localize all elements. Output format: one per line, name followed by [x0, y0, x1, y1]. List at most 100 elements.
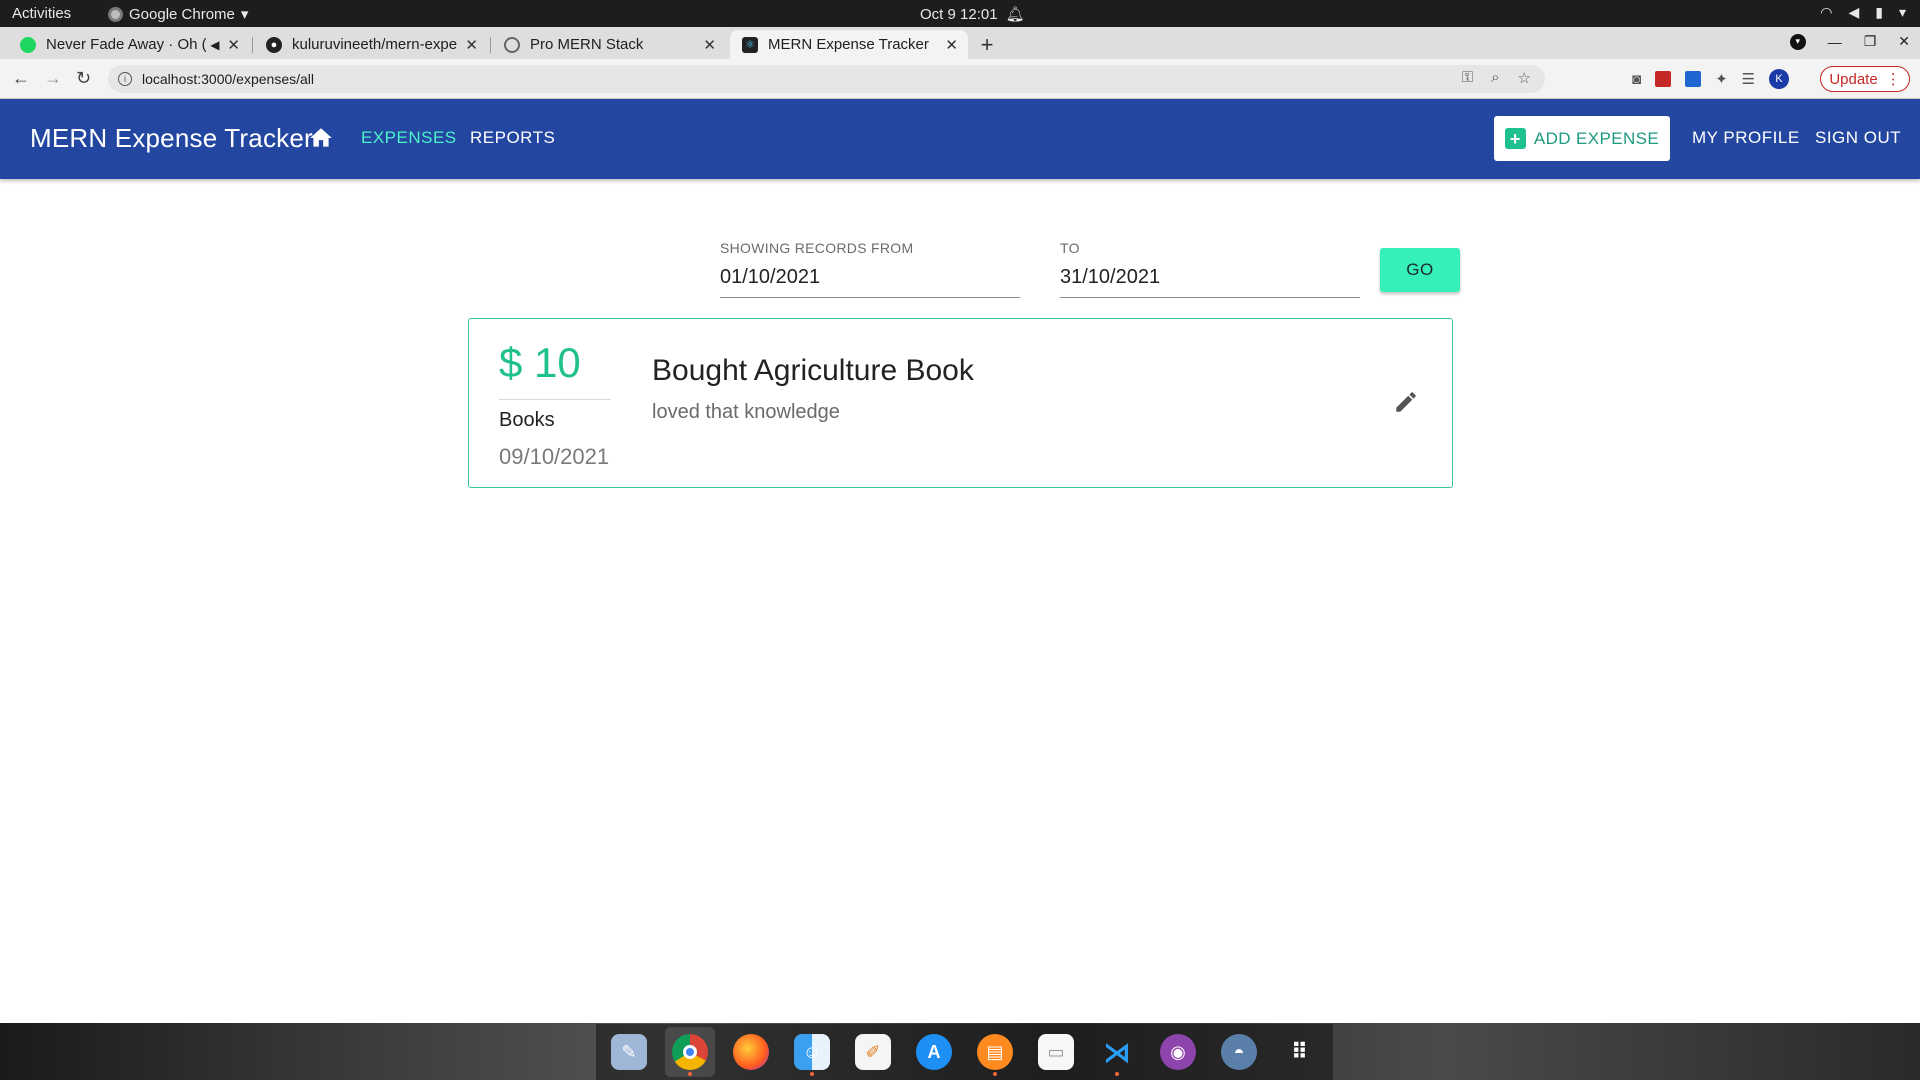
dock-item-app-grid[interactable]: ⠿: [1275, 1027, 1325, 1077]
github-icon: ●: [266, 36, 282, 53]
app-bar: MERN Expense Tracker EXPENSES REPORTS + …: [0, 99, 1920, 179]
caret-down-icon: ▾: [1898, 4, 1906, 20]
text-editor-icon: ✐: [855, 1034, 891, 1070]
os-top-bar: Activities Google Chrome ▾ Oct 9 12:01 🔔…: [0, 0, 1920, 27]
browser-toolbar: ← → ↻ i localhost:3000/expenses/all ⚿ ⌕ …: [0, 59, 1920, 99]
new-tab-button[interactable]: +: [974, 32, 1000, 58]
nav-reports[interactable]: REPORTS: [470, 128, 555, 148]
close-icon[interactable]: ✕: [703, 36, 716, 54]
postgres-icon: ◓: [1221, 1034, 1257, 1070]
dock-item-notes[interactable]: ▭: [1031, 1027, 1081, 1077]
nav-sign-out[interactable]: SIGN OUT: [1815, 128, 1901, 148]
caret-down-icon: ▾: [240, 6, 249, 23]
dock-item-chrome[interactable]: [665, 1027, 715, 1077]
running-indicator: [1115, 1072, 1119, 1076]
firefox-icon: [733, 1034, 769, 1070]
forward-icon[interactable]: →: [44, 68, 62, 89]
reload-icon[interactable]: ↻: [76, 68, 91, 89]
tab-title: kuluruvineeth/mern-expe: [292, 36, 458, 53]
dock-item-firefox[interactable]: [726, 1027, 776, 1077]
running-indicator: [810, 1072, 814, 1076]
activities-button[interactable]: Activities: [12, 5, 71, 22]
chrome-icon: [672, 1034, 708, 1070]
minimize-icon[interactable]: —: [1828, 34, 1842, 50]
speaker-icon[interactable]: ◀︎: [210, 38, 219, 52]
tab-strip: Never Fade Away · Oh ( ◀︎ ✕ ● kuluruvine…: [0, 27, 1920, 59]
globe-icon: [504, 36, 520, 53]
app-store-icon: A: [916, 1034, 952, 1070]
chrome-icon: [108, 6, 123, 22]
window-controls: ▾ — ❐ ✕: [1789, 33, 1910, 50]
dock-item-screenshot[interactable]: ✎: [604, 1027, 654, 1077]
address-bar[interactable]: i localhost:3000/expenses/all ⚿ ⌕ ☆: [108, 65, 1545, 93]
extension-red-icon[interactable]: [1655, 71, 1672, 87]
back-icon[interactable]: ←: [12, 68, 30, 89]
dock-item-app-store[interactable]: A: [909, 1027, 959, 1077]
date-to-label: TO: [1060, 240, 1080, 256]
clock-label: Oct 9 12:01: [920, 5, 998, 23]
finder-icon: ☺: [794, 1034, 830, 1070]
zoom-icon[interactable]: ⌕: [1491, 69, 1499, 87]
app-grid-icon: ⠿: [1290, 1039, 1310, 1064]
home-icon[interactable]: [308, 125, 334, 151]
date-to-input[interactable]: [1060, 266, 1360, 298]
reading-list-icon[interactable]: ☰: [1742, 70, 1755, 88]
expense-card[interactable]: $ 10 Books 09/10/2021 Bought Agriculture…: [468, 318, 1453, 488]
app-menu[interactable]: Google Chrome ▾: [108, 5, 248, 23]
running-indicator: [688, 1072, 692, 1076]
app-menu-label: Google Chrome: [129, 5, 235, 23]
maximize-icon[interactable]: ❐: [1864, 33, 1877, 50]
close-icon[interactable]: ✕: [945, 36, 958, 54]
omnibox-icons: ⚿ ⌕ ☆: [1462, 69, 1531, 87]
nav-my-profile[interactable]: MY PROFILE: [1692, 128, 1800, 148]
puzzle-icon[interactable]: ✦: [1715, 70, 1728, 88]
star-icon[interactable]: ☆: [1518, 69, 1531, 87]
dock-item-books[interactable]: ▤: [970, 1027, 1020, 1077]
camera-icon[interactable]: ◙: [1632, 71, 1641, 88]
tab-pro-mern[interactable]: Pro MERN Stack ✕: [492, 30, 726, 59]
tab-mern-expense-tracker[interactable]: ⚛ MERN Expense Tracker ✕: [730, 30, 968, 59]
vscode-icon: ⋊: [1103, 1036, 1131, 1068]
tab-separator: [490, 37, 491, 53]
tab-title: Pro MERN Stack: [530, 36, 644, 53]
add-expense-button[interactable]: + ADD EXPENSE: [1494, 116, 1670, 161]
dock-item-finder[interactable]: ☺: [787, 1027, 837, 1077]
tab-title: Never Fade Away · Oh (: [46, 36, 207, 53]
dock: ✎ ☺ ✐ A ▤ ▭ ⋊ ◉ ◓ ⠿: [596, 1024, 1333, 1080]
running-indicator: [993, 1072, 997, 1076]
close-icon[interactable]: ✕: [465, 36, 478, 54]
tab-search-icon[interactable]: ▾: [1789, 33, 1806, 50]
dock-item-vscode[interactable]: ⋊: [1092, 1027, 1142, 1077]
dock-item-github[interactable]: ◉: [1153, 1027, 1203, 1077]
tab-github[interactable]: ● kuluruvineeth/mern-expe ✕: [254, 30, 488, 59]
dock-item-postgres[interactable]: ◓: [1214, 1027, 1264, 1077]
update-button[interactable]: Update ⋮: [1820, 66, 1910, 92]
books-icon: ▤: [977, 1034, 1013, 1070]
extensions-area: ◙ ✦ ☰ K: [1632, 69, 1790, 89]
wifi-icon: ◠: [1820, 4, 1833, 20]
spotify-icon: [20, 36, 36, 53]
nav-expenses[interactable]: EXPENSES: [361, 128, 457, 148]
date-from-input[interactable]: [720, 266, 1020, 298]
date-from-field: SHOWING RECORDS FROM: [720, 240, 1020, 298]
edit-icon[interactable]: [1393, 389, 1419, 415]
go-button[interactable]: GO: [1380, 248, 1460, 292]
extension-blue-icon[interactable]: [1685, 71, 1702, 87]
add-expense-label: ADD EXPENSE: [1533, 128, 1660, 148]
screenshot-icon: ✎: [611, 1034, 647, 1070]
date-to-field: TO: [1060, 240, 1360, 298]
app-title: MERN Expense Tracker: [30, 123, 313, 153]
info-icon[interactable]: i: [118, 72, 132, 86]
clock[interactable]: Oct 9 12:01 🔔︎: [920, 5, 1025, 24]
bell-icon: 🔔︎: [1005, 6, 1025, 23]
profile-avatar[interactable]: K: [1769, 69, 1790, 89]
url-text: localhost:3000/expenses/all: [142, 71, 315, 87]
update-label: Update: [1829, 70, 1878, 88]
system-tray[interactable]: ◠ ◀︎ ▮ ▾: [1820, 4, 1906, 21]
dock-item-text-editor[interactable]: ✐: [848, 1027, 898, 1077]
key-icon[interactable]: ⚿: [1462, 69, 1473, 87]
close-window-icon[interactable]: ✕: [1898, 33, 1910, 50]
expense-amount: $ 10: [499, 339, 581, 386]
close-icon[interactable]: ✕: [227, 36, 240, 54]
tab-spotify[interactable]: Never Fade Away · Oh ( ◀︎ ✕: [8, 30, 250, 59]
